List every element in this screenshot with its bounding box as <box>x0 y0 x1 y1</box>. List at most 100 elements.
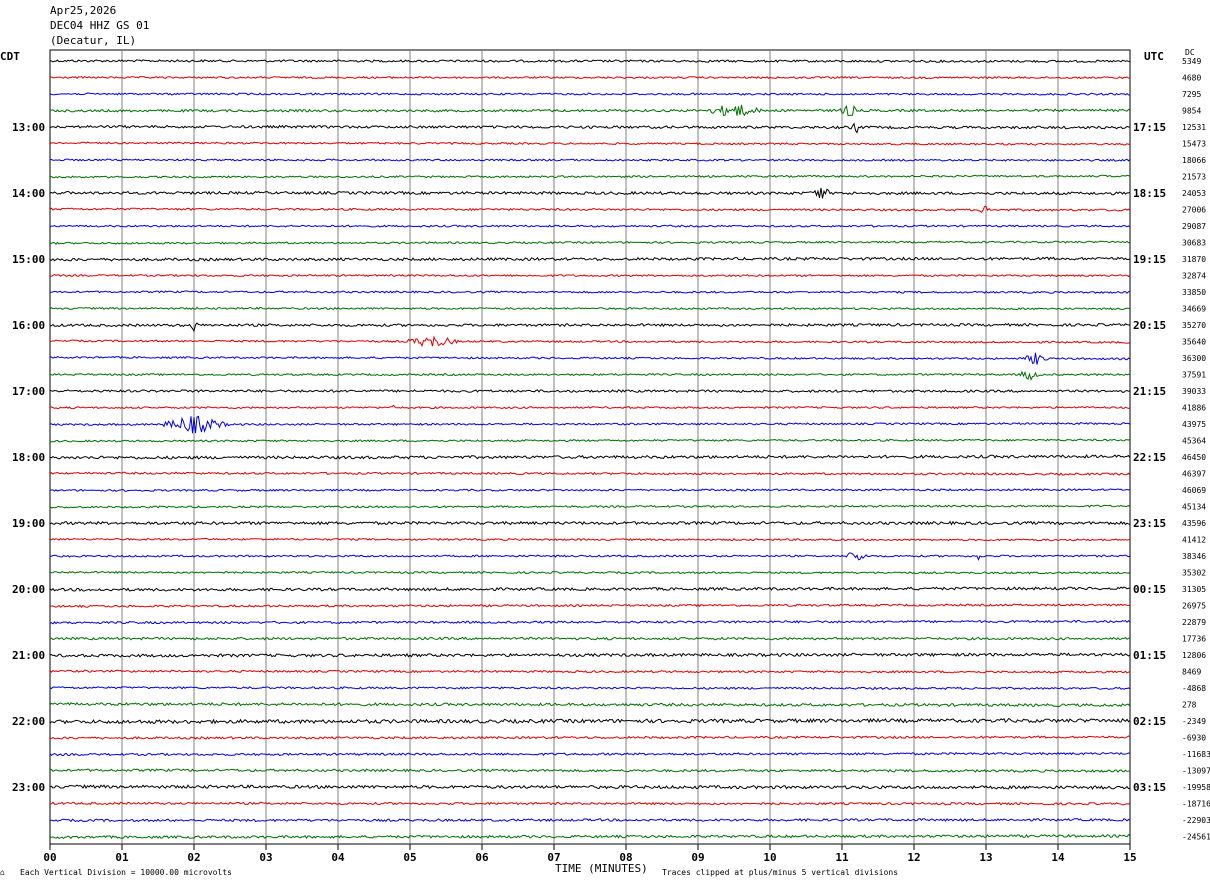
seismic-trace <box>49 784 1131 790</box>
helicorder-plot: 5349 4680 7295 9854 12531 15473 18066 21573 2405… <box>12 49 1210 864</box>
dc-offset-label: 43975 <box>1182 420 1206 429</box>
x-tick-label: 05 <box>403 851 416 864</box>
dc-offset-label: 30683 <box>1182 239 1206 248</box>
dc-offset-label: 46450 <box>1182 453 1206 462</box>
x-tick-label: 00 <box>43 851 56 864</box>
dc-offset-label: 46397 <box>1182 470 1206 479</box>
seismic-trace <box>49 453 1131 460</box>
seismic-trace <box>50 817 1131 823</box>
dc-offset-label: 35302 <box>1182 569 1206 578</box>
seismic-trace <box>49 415 1131 434</box>
left-hour-label: 17:00 <box>12 385 45 398</box>
dc-offset-label: -22903 <box>1182 816 1210 825</box>
dc-offset-label: 35270 <box>1182 321 1206 330</box>
dc-offset-label: 41886 <box>1182 404 1206 413</box>
seismic-trace <box>49 504 1131 509</box>
dc-offset-label: -6930 <box>1182 734 1206 743</box>
seismic-trace <box>49 306 1131 311</box>
seismic-trace <box>49 224 1131 228</box>
x-tick-label: 12 <box>907 851 920 864</box>
x-axis-title: TIME (MINUTES) <box>555 862 648 875</box>
dc-offset-label: 36300 <box>1182 354 1206 363</box>
dc-offset-label: 39033 <box>1182 387 1206 396</box>
dc-offset-label: 31870 <box>1182 255 1206 264</box>
dc-offset-label: 22879 <box>1182 618 1206 627</box>
right-hour-label: 20:15 <box>1133 319 1166 332</box>
x-tick-label: 04 <box>331 851 345 864</box>
seismic-trace <box>49 205 1131 214</box>
x-tick-label: 14 <box>1051 851 1065 864</box>
dc-offset-label: -11683 <box>1182 750 1210 759</box>
dc-offset-label: 34669 <box>1182 305 1206 314</box>
right-hour-label: 22:15 <box>1133 451 1166 464</box>
seismic-trace <box>49 586 1131 592</box>
left-hour-label: 22:00 <box>12 715 45 728</box>
seismic-trace <box>49 735 1131 740</box>
dc-offset-label: 12806 <box>1182 651 1206 660</box>
seismic-trace <box>49 335 1131 348</box>
dc-offset-label: 9854 <box>1182 107 1201 116</box>
seismic-trace <box>49 92 1131 96</box>
x-tick-label: 13 <box>979 851 992 864</box>
left-hour-label: 20:00 <box>12 583 45 596</box>
scale-note: Each Vertical Division = 10000.00 microv… <box>20 868 232 877</box>
seismic-trace <box>49 352 1131 365</box>
dc-offset-label: 4680 <box>1182 74 1201 83</box>
dc-offset-label: 37591 <box>1182 371 1206 380</box>
dc-offset-label: -24561 <box>1182 833 1210 842</box>
seismic-trace <box>49 603 1131 608</box>
right-hour-label: 17:15 <box>1133 121 1166 134</box>
dc-offset-label: 5349 <box>1182 57 1201 66</box>
x-tick-label: 11 <box>835 851 849 864</box>
dc-offset-label: 46069 <box>1182 486 1206 495</box>
dc-offset-label: -18716 <box>1182 800 1210 809</box>
seismic-trace <box>49 717 1131 725</box>
seismic-trace <box>49 652 1131 658</box>
x-tick-label: 01 <box>115 851 129 864</box>
dc-offset-label: -19958 <box>1182 783 1210 792</box>
dc-offset-label: -13097 <box>1182 767 1210 776</box>
seismic-trace <box>49 389 1131 394</box>
left-hour-label: 18:00 <box>12 451 45 464</box>
left-hour-label: 23:00 <box>12 781 45 794</box>
dc-offset-label: 26975 <box>1182 602 1206 611</box>
right-hour-label: 01:15 <box>1133 649 1166 662</box>
left-hour-label: 15:00 <box>12 253 45 266</box>
dc-offset-label: 38346 <box>1182 552 1206 561</box>
left-hour-label: 14:00 <box>12 187 45 200</box>
seismic-trace <box>49 619 1131 625</box>
seismic-trace <box>49 768 1131 773</box>
seismic-trace <box>49 488 1131 492</box>
left-hour-label: 16:00 <box>12 319 45 332</box>
seismic-trace <box>49 187 1131 199</box>
seismic-trace <box>49 686 1131 691</box>
dc-offset-label: 12531 <box>1182 123 1206 132</box>
small-logo-icon: ⌂ <box>0 868 5 877</box>
seismic-trace <box>49 59 1131 64</box>
dc-offset-label: 18066 <box>1182 156 1206 165</box>
x-tick-label: 09 <box>691 851 704 864</box>
left-hour-label: 19:00 <box>12 517 45 530</box>
seismic-trace <box>49 751 1131 757</box>
seismic-trace <box>49 104 1131 117</box>
seismic-trace <box>49 404 1131 410</box>
right-hour-label: 00:15 <box>1133 583 1166 596</box>
seismic-trace <box>49 122 1130 134</box>
dc-offset-label: -4868 <box>1182 684 1206 693</box>
seismic-trace <box>49 570 1131 575</box>
dc-offset-label: 45134 <box>1182 503 1206 512</box>
dc-offset-label: 7295 <box>1182 90 1201 99</box>
left-hour-label: 13:00 <box>12 121 45 134</box>
seismic-trace <box>49 141 1131 146</box>
x-tick-label: 10 <box>763 851 776 864</box>
seismic-trace <box>49 256 1131 262</box>
dc-offset-label: 43596 <box>1182 519 1206 528</box>
seismic-trace <box>49 520 1131 526</box>
right-hour-label: 19:15 <box>1133 253 1166 266</box>
clip-note: Traces clipped at plus/minus 5 vertical … <box>662 868 899 877</box>
seismic-trace <box>49 240 1130 245</box>
seismic-trace <box>49 322 1131 333</box>
seismic-trace <box>49 438 1131 443</box>
right-hour-label: 18:15 <box>1133 187 1166 200</box>
seismic-trace <box>49 174 1131 179</box>
